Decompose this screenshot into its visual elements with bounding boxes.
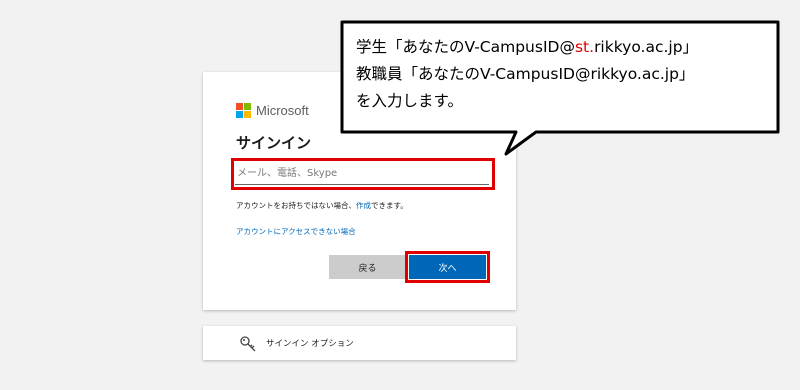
signin-options-label: サインイン オプション <box>266 339 354 349</box>
page-title: サインイン <box>236 134 312 152</box>
microsoft-logo-text: Microsoft <box>256 103 309 118</box>
callout-text: 学生「あなたのV-CampusID@st.rikkyo.ac.jp」 教職員「あ… <box>356 34 698 115</box>
callout-highlight: st. <box>574 38 595 56</box>
microsoft-logo: Microsoft <box>236 103 309 118</box>
cant-access-account-link[interactable]: アカウントにアクセスできない場合 <box>236 226 356 237</box>
next-button[interactable]: 次へ <box>409 255 486 279</box>
instruction-callout: 学生「あなたのV-CampusID@st.rikkyo.ac.jp」 教職員「あ… <box>338 18 782 158</box>
email-field[interactable] <box>235 162 489 185</box>
no-account-suffix: できます。 <box>371 201 408 210</box>
no-account-prefix: アカウントをお持ちではない場合、 <box>236 201 356 210</box>
back-button[interactable]: 戻る <box>329 255 406 279</box>
no-account-text: アカウントをお持ちではない場合、作成できます。 <box>236 200 408 211</box>
key-icon <box>240 336 256 352</box>
create-account-link[interactable]: 作成 <box>356 201 371 210</box>
microsoft-logo-icon <box>236 103 251 118</box>
callout-line-staff: 教職員「あなたのV-CampusID@rikkyo.ac.jp」 <box>356 65 695 83</box>
callout-line-instruction: を入力します。 <box>356 92 463 110</box>
callout-line-student: 学生「あなたのV-CampusID@st.rikkyo.ac.jp」 <box>356 38 699 56</box>
signin-options-button[interactable]: サインイン オプション <box>203 326 516 360</box>
